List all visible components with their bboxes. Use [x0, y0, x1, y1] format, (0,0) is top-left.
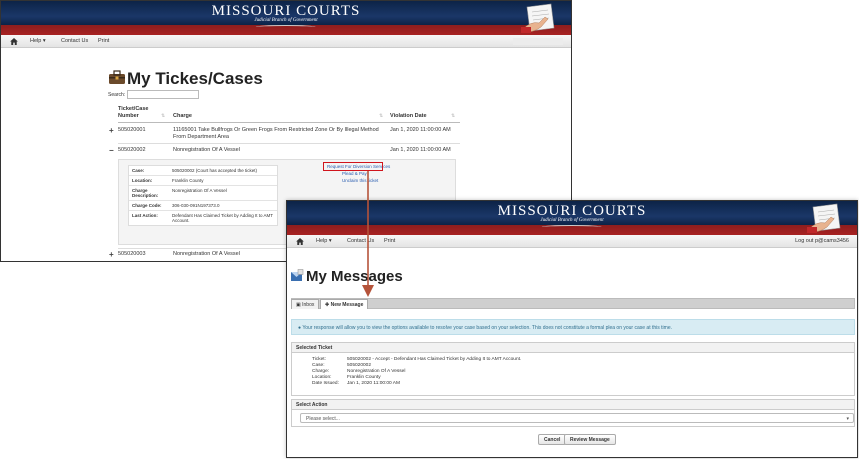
court-banner: MISSOURI COURTS Judicial Branch of Gover…: [287, 201, 857, 235]
expand-icon[interactable]: +: [109, 251, 114, 259]
review-message-button[interactable]: Review Message: [564, 434, 616, 445]
chevron-down-icon: ▾: [846, 416, 849, 422]
logo-title: MISSOURI COURTS: [497, 203, 647, 219]
detail-value: 306-030-091N197373.0: [172, 203, 220, 208]
col-header-number[interactable]: Ticket/Case Number: [118, 106, 148, 120]
detail-row: Location: Franklin County: [129, 176, 277, 186]
logo-swirl: [256, 25, 316, 29]
detail-row: Last Action: Defendant Has Claimed Ticke…: [129, 211, 277, 225]
detail-value: 505020002 (Court has accepted the ticket…: [172, 168, 258, 173]
nav-contact-us[interactable]: Contact Us: [347, 238, 374, 244]
ticket-value: 505020002 - Accept - Defendant Has Claim…: [347, 357, 522, 362]
row-number[interactable]: 505020002: [118, 147, 146, 153]
date-issued-label: Date Issued:: [312, 381, 339, 386]
row-divider: [118, 143, 460, 144]
header-divider: [118, 122, 460, 123]
row-date: Jan 1, 2020 11:00:00 AM: [390, 147, 451, 153]
row-charge: Nonregistration Of A Vessel: [173, 147, 240, 153]
sort-icon[interactable]: ⇅: [379, 113, 383, 119]
nav-contact-us[interactable]: Contact Us: [61, 38, 88, 44]
nav-help[interactable]: Help ▾: [30, 38, 46, 44]
page-title: My Messages: [306, 268, 403, 285]
court-logo: MISSOURI COURTS Judicial Branch of Gover…: [212, 4, 361, 29]
row-number[interactable]: 505020001: [118, 127, 146, 133]
case-detail-table: Case: 505020002 (Court has accepted the …: [128, 165, 278, 226]
detail-value: Defendant Has Claimed Ticket by Adding I…: [172, 213, 273, 223]
sort-icon[interactable]: ⇅: [161, 113, 165, 119]
detail-value: Franklin County: [172, 178, 204, 183]
account-area[interactable]: [513, 38, 563, 45]
plus-icon: ✚: [325, 302, 330, 308]
row-charge: Nonregistration Of A Vessel: [173, 251, 240, 257]
info-alert: ● Your response will allow you to view t…: [291, 319, 855, 335]
col-header-date[interactable]: Violation Date: [390, 113, 427, 119]
tab-strip: [291, 298, 855, 309]
select-action-panel: Select Action Please select... ▾: [291, 399, 855, 427]
home-icon[interactable]: [10, 38, 18, 45]
detail-row: Case: 505020002 (Court has accepted the …: [129, 166, 277, 176]
nav-bar: Help ▾ Contact Us Print Log out p@cams34…: [287, 235, 857, 248]
cancel-button[interactable]: Cancel: [538, 434, 567, 445]
logo-swirl: [542, 225, 602, 229]
panel-header: Select Action: [292, 400, 854, 410]
selected-ticket-panel: Selected Ticket Ticket: 505020002 - Acce…: [291, 342, 855, 396]
detail-label: Last Action:: [132, 213, 158, 218]
case-label: Case:: [312, 363, 325, 368]
inbox-icon: ▣: [296, 302, 301, 308]
highlight-box: [323, 162, 383, 171]
expand-icon[interactable]: +: [109, 127, 114, 135]
info-text: Your response will allow you to view the…: [302, 325, 672, 331]
nav-print[interactable]: Print: [98, 38, 109, 44]
sort-icon[interactable]: ⇅: [451, 113, 455, 119]
link-plead-pay[interactable]: Plead & Pay: [342, 171, 367, 176]
detail-row: Charge Code: 306-030-091N197373.0: [129, 201, 277, 211]
page-title: My Tickes/Cases: [127, 69, 263, 88]
collapse-icon[interactable]: −: [109, 147, 114, 155]
detail-label: Case:: [132, 168, 145, 173]
link-unclaim-ticket[interactable]: Unclaim this ticket: [342, 178, 378, 183]
tab-new-label: New Message: [330, 302, 364, 308]
tab-inbox-label: Inbox: [302, 302, 315, 308]
row-charge: 11165001 Take Bullfrogs Or Green Frogs F…: [173, 127, 379, 140]
logout-link[interactable]: Log out p@cams3456: [795, 238, 849, 244]
logo-title: MISSOURI COURTS: [211, 3, 361, 19]
charge-label: Charge:: [312, 369, 330, 374]
date-issued-value: Jan 1, 2020 11:00:00 AM: [347, 381, 400, 386]
search-input[interactable]: [127, 90, 199, 99]
court-logo: MISSOURI COURTS Judicial Branch of Gover…: [498, 204, 647, 229]
nav-help[interactable]: Help ▾: [316, 238, 332, 244]
search-label: Search:: [108, 92, 126, 98]
action-select[interactable]: Please select... ▾: [300, 413, 854, 423]
document-hand-icon: [521, 3, 555, 33]
nav-print[interactable]: Print: [384, 238, 395, 244]
row-date: Jan 1, 2020 11:00:00 AM: [390, 127, 451, 133]
nav-bar: Help ▾ Contact Us Print: [1, 35, 571, 48]
home-icon[interactable]: [296, 238, 304, 245]
tab-inbox[interactable]: ▣ Inbox: [291, 299, 320, 309]
case-value: 505020002: [347, 363, 372, 368]
detail-label: Charge Code:: [132, 203, 162, 208]
location-value: Franklin County: [347, 375, 381, 380]
briefcase-icon: [109, 70, 125, 84]
detail-label: Location:: [132, 178, 153, 183]
select-value: Please select...: [306, 416, 340, 422]
col-header-charge[interactable]: Charge: [173, 113, 192, 119]
ticket-label: Ticket:: [312, 357, 326, 362]
document-hand-icon: [807, 203, 841, 233]
detail-label: Charge Description:: [132, 188, 159, 198]
detail-row: Charge Description: Nonregistration Of A…: [129, 186, 277, 201]
panel-header: Selected Ticket: [292, 343, 854, 353]
row-number[interactable]: 505020003: [118, 251, 146, 257]
tab-new-message[interactable]: ✚ New Message: [320, 299, 369, 309]
messages-window: MISSOURI COURTS Judicial Branch of Gover…: [286, 200, 858, 458]
location-label: Location:: [312, 375, 332, 380]
info-icon: ●: [298, 325, 302, 331]
court-banner: MISSOURI COURTS Judicial Branch of Gover…: [1, 1, 571, 35]
charge-value: Nonregistration Of A Vessel: [347, 369, 406, 374]
detail-value: Nonregistration Of A Vessel: [172, 188, 227, 193]
messages-icon: [291, 269, 304, 281]
